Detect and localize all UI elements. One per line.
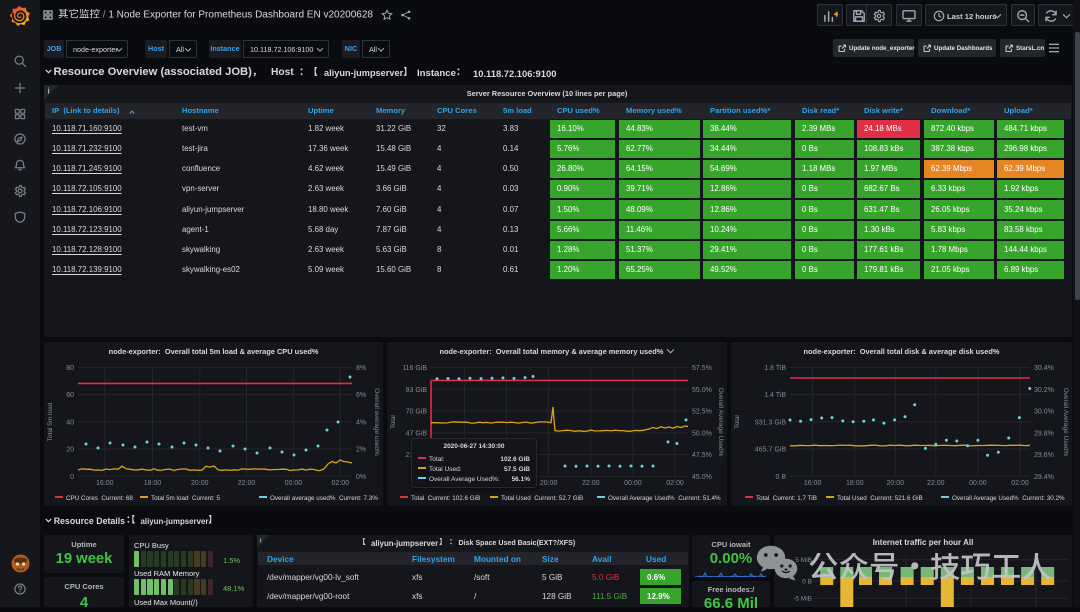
- svg-text:16:00: 16:00: [804, 480, 822, 487]
- svg-text:20: 20: [66, 447, 74, 454]
- svg-text:00:00: 00:00: [624, 480, 642, 487]
- svg-text:Total: Total: [734, 415, 741, 429]
- svg-text:18:00: 18:00: [144, 480, 162, 487]
- svg-text:2%: 2%: [356, 447, 366, 454]
- svg-text:22:00: 22:00: [927, 480, 945, 487]
- svg-text:i: i: [260, 537, 262, 544]
- svg-text:6%: 6%: [356, 392, 366, 399]
- svg-text:4%: 4%: [356, 419, 366, 426]
- svg-text:70 GiB: 70 GiB: [406, 409, 428, 416]
- svg-text:29.8%: 29.8%: [1034, 430, 1054, 437]
- svg-text:29.4%: 29.4%: [1034, 474, 1054, 481]
- svg-text:30.0%: 30.0%: [1034, 409, 1054, 416]
- svg-text:02:00: 02:00: [332, 480, 350, 487]
- svg-text:60: 60: [66, 392, 74, 399]
- svg-text:16:00: 16:00: [96, 480, 114, 487]
- svg-text:20:00: 20:00: [540, 480, 558, 487]
- svg-text:Total: Total: [390, 415, 397, 429]
- svg-text:22:00: 22:00: [582, 480, 600, 487]
- svg-text:116 GiB: 116 GiB: [402, 365, 427, 372]
- svg-text:47.5%: 47.5%: [692, 452, 712, 459]
- svg-text:02:00: 02:00: [666, 480, 684, 487]
- svg-text:0: 0: [70, 474, 74, 481]
- svg-text:00:00: 00:00: [285, 480, 303, 487]
- svg-text:52.5%: 52.5%: [692, 409, 712, 416]
- svg-text:Overall Average Used%: Overall Average Used%: [1062, 388, 1069, 457]
- svg-text:0%: 0%: [356, 474, 366, 481]
- svg-text:22:00: 22:00: [238, 480, 256, 487]
- svg-text:0 B: 0 B: [775, 474, 786, 481]
- svg-text:465.7 GiB: 465.7 GiB: [755, 447, 786, 454]
- svg-text:50.0%: 50.0%: [692, 430, 712, 437]
- svg-text:29.6%: 29.6%: [1034, 452, 1054, 459]
- svg-text:Total 5m load: Total 5m load: [47, 402, 54, 441]
- svg-text:30.4%: 30.4%: [1034, 365, 1054, 372]
- svg-text:1.8 TiB: 1.8 TiB: [764, 365, 786, 372]
- svg-text:93 GiB: 93 GiB: [406, 387, 428, 394]
- svg-text:20:00: 20:00: [191, 480, 209, 487]
- svg-text:-5 MiB: -5 MiB: [793, 596, 812, 603]
- svg-text:00:00: 00:00: [969, 480, 987, 487]
- svg-text:47 GiB: 47 GiB: [406, 430, 428, 437]
- svg-text:40: 40: [66, 419, 74, 426]
- svg-text:55.0%: 55.0%: [692, 387, 712, 394]
- svg-text:02:00: 02:00: [1011, 480, 1029, 487]
- svg-text:57.5%: 57.5%: [692, 365, 712, 372]
- svg-text:20:00: 20:00: [887, 480, 905, 487]
- svg-text:Overall Average Used%: Overall Average Used%: [717, 388, 724, 457]
- svg-text:Overall average used%: Overall average used%: [373, 388, 380, 456]
- svg-text:80: 80: [66, 365, 74, 372]
- svg-text:8%: 8%: [356, 365, 366, 372]
- svg-text:30.2%: 30.2%: [1034, 387, 1054, 394]
- svg-text:45.0%: 45.0%: [692, 474, 712, 481]
- svg-text:1.4 TiB: 1.4 TiB: [764, 392, 786, 399]
- svg-text:931.3 GiB: 931.3 GiB: [755, 419, 786, 426]
- svg-text:18:00: 18:00: [846, 480, 864, 487]
